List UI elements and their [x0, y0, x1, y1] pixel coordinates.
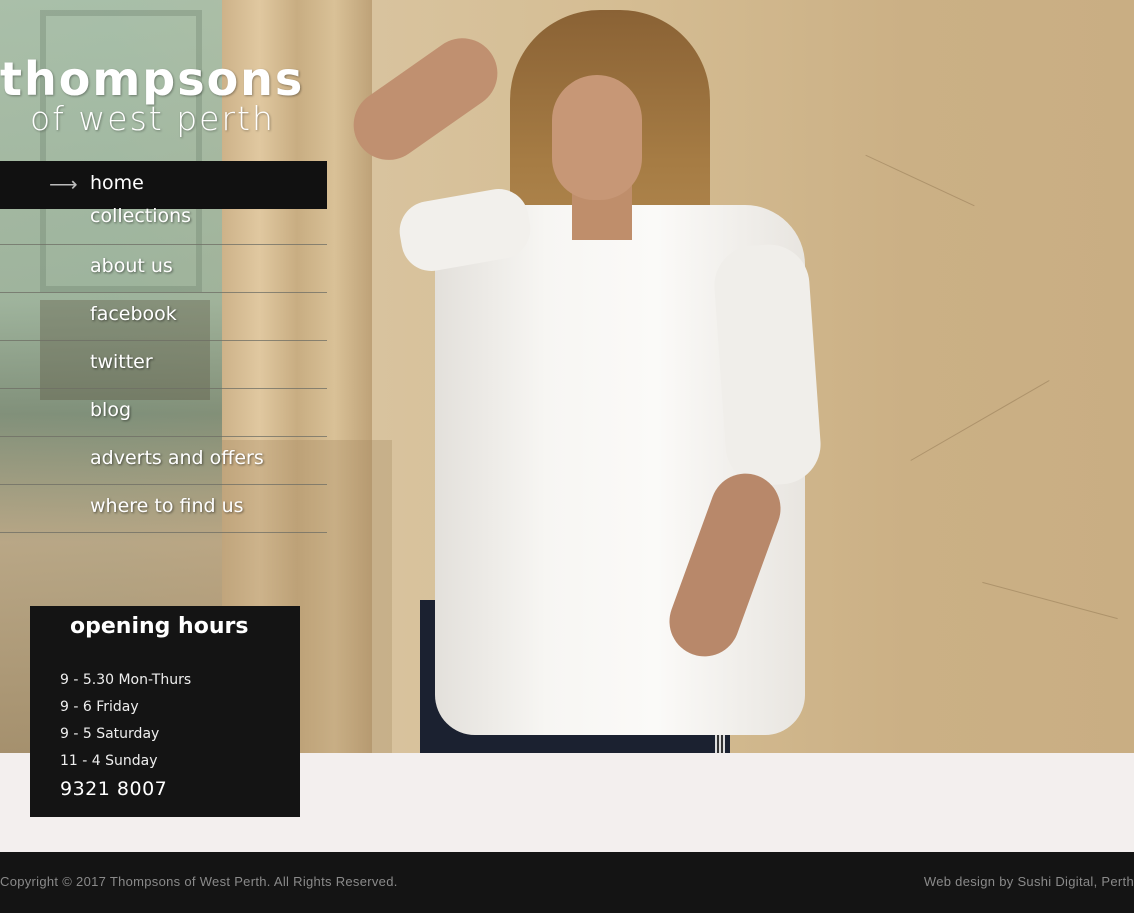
opening-hours-box: opening hours 9 - 5.30 Mon-Thurs 9 - 6 F… [30, 606, 300, 817]
web-design-credit-link[interactable]: Web design by Sushi Digital, Perth [924, 874, 1134, 889]
nav-blog[interactable]: blog [0, 389, 327, 437]
model-sleeve [711, 241, 824, 489]
phone-number[interactable]: 9321 8007 [60, 778, 167, 800]
wall-crack [865, 154, 975, 207]
nav-collections[interactable]: collections [0, 205, 327, 245]
nav-about-us[interactable]: about us [0, 245, 327, 293]
nav-label: collections [90, 205, 192, 227]
nav-label: blog [90, 399, 132, 421]
hours-line: 9 - 5.30 Mon-Thurs [60, 672, 192, 688]
logo-title: thompsons [0, 52, 305, 106]
nav-adverts-and-offers[interactable]: adverts and offers [0, 437, 327, 485]
nav-home[interactable]: ⟶ home [0, 161, 327, 209]
site-footer: Copyright © 2017 Thompsons of West Perth… [0, 852, 1134, 913]
hours-line: 9 - 6 Friday [60, 699, 139, 715]
nav-label: home [90, 172, 144, 194]
hours-line: 11 - 4 Sunday [60, 753, 158, 769]
nav-label: where to find us [90, 495, 244, 517]
arrow-right-icon: ⟶ [49, 174, 78, 196]
site-logo[interactable]: thompsons of west perth [0, 52, 330, 138]
copyright-text: Copyright © 2017 Thompsons of West Perth… [0, 874, 398, 889]
nav-label: adverts and offers [90, 447, 264, 469]
opening-hours-title: opening hours [70, 614, 249, 639]
nav-label: facebook [90, 303, 177, 325]
logo-subtitle: of west perth [30, 99, 275, 138]
nav-label: about us [90, 255, 173, 277]
wall-crack [910, 380, 1050, 461]
wall-crack [982, 581, 1118, 620]
nav-twitter[interactable]: twitter [0, 341, 327, 389]
main-nav: ⟶ home collections about us facebook twi… [0, 161, 327, 533]
nav-label: twitter [90, 351, 153, 373]
hours-line: 9 - 5 Saturday [60, 726, 160, 742]
nav-facebook[interactable]: facebook [0, 293, 327, 341]
model-figure [339, 0, 830, 753]
nav-where-to-find-us[interactable]: where to find us [0, 485, 327, 533]
model-arm [339, 24, 512, 174]
model-face [552, 75, 642, 200]
